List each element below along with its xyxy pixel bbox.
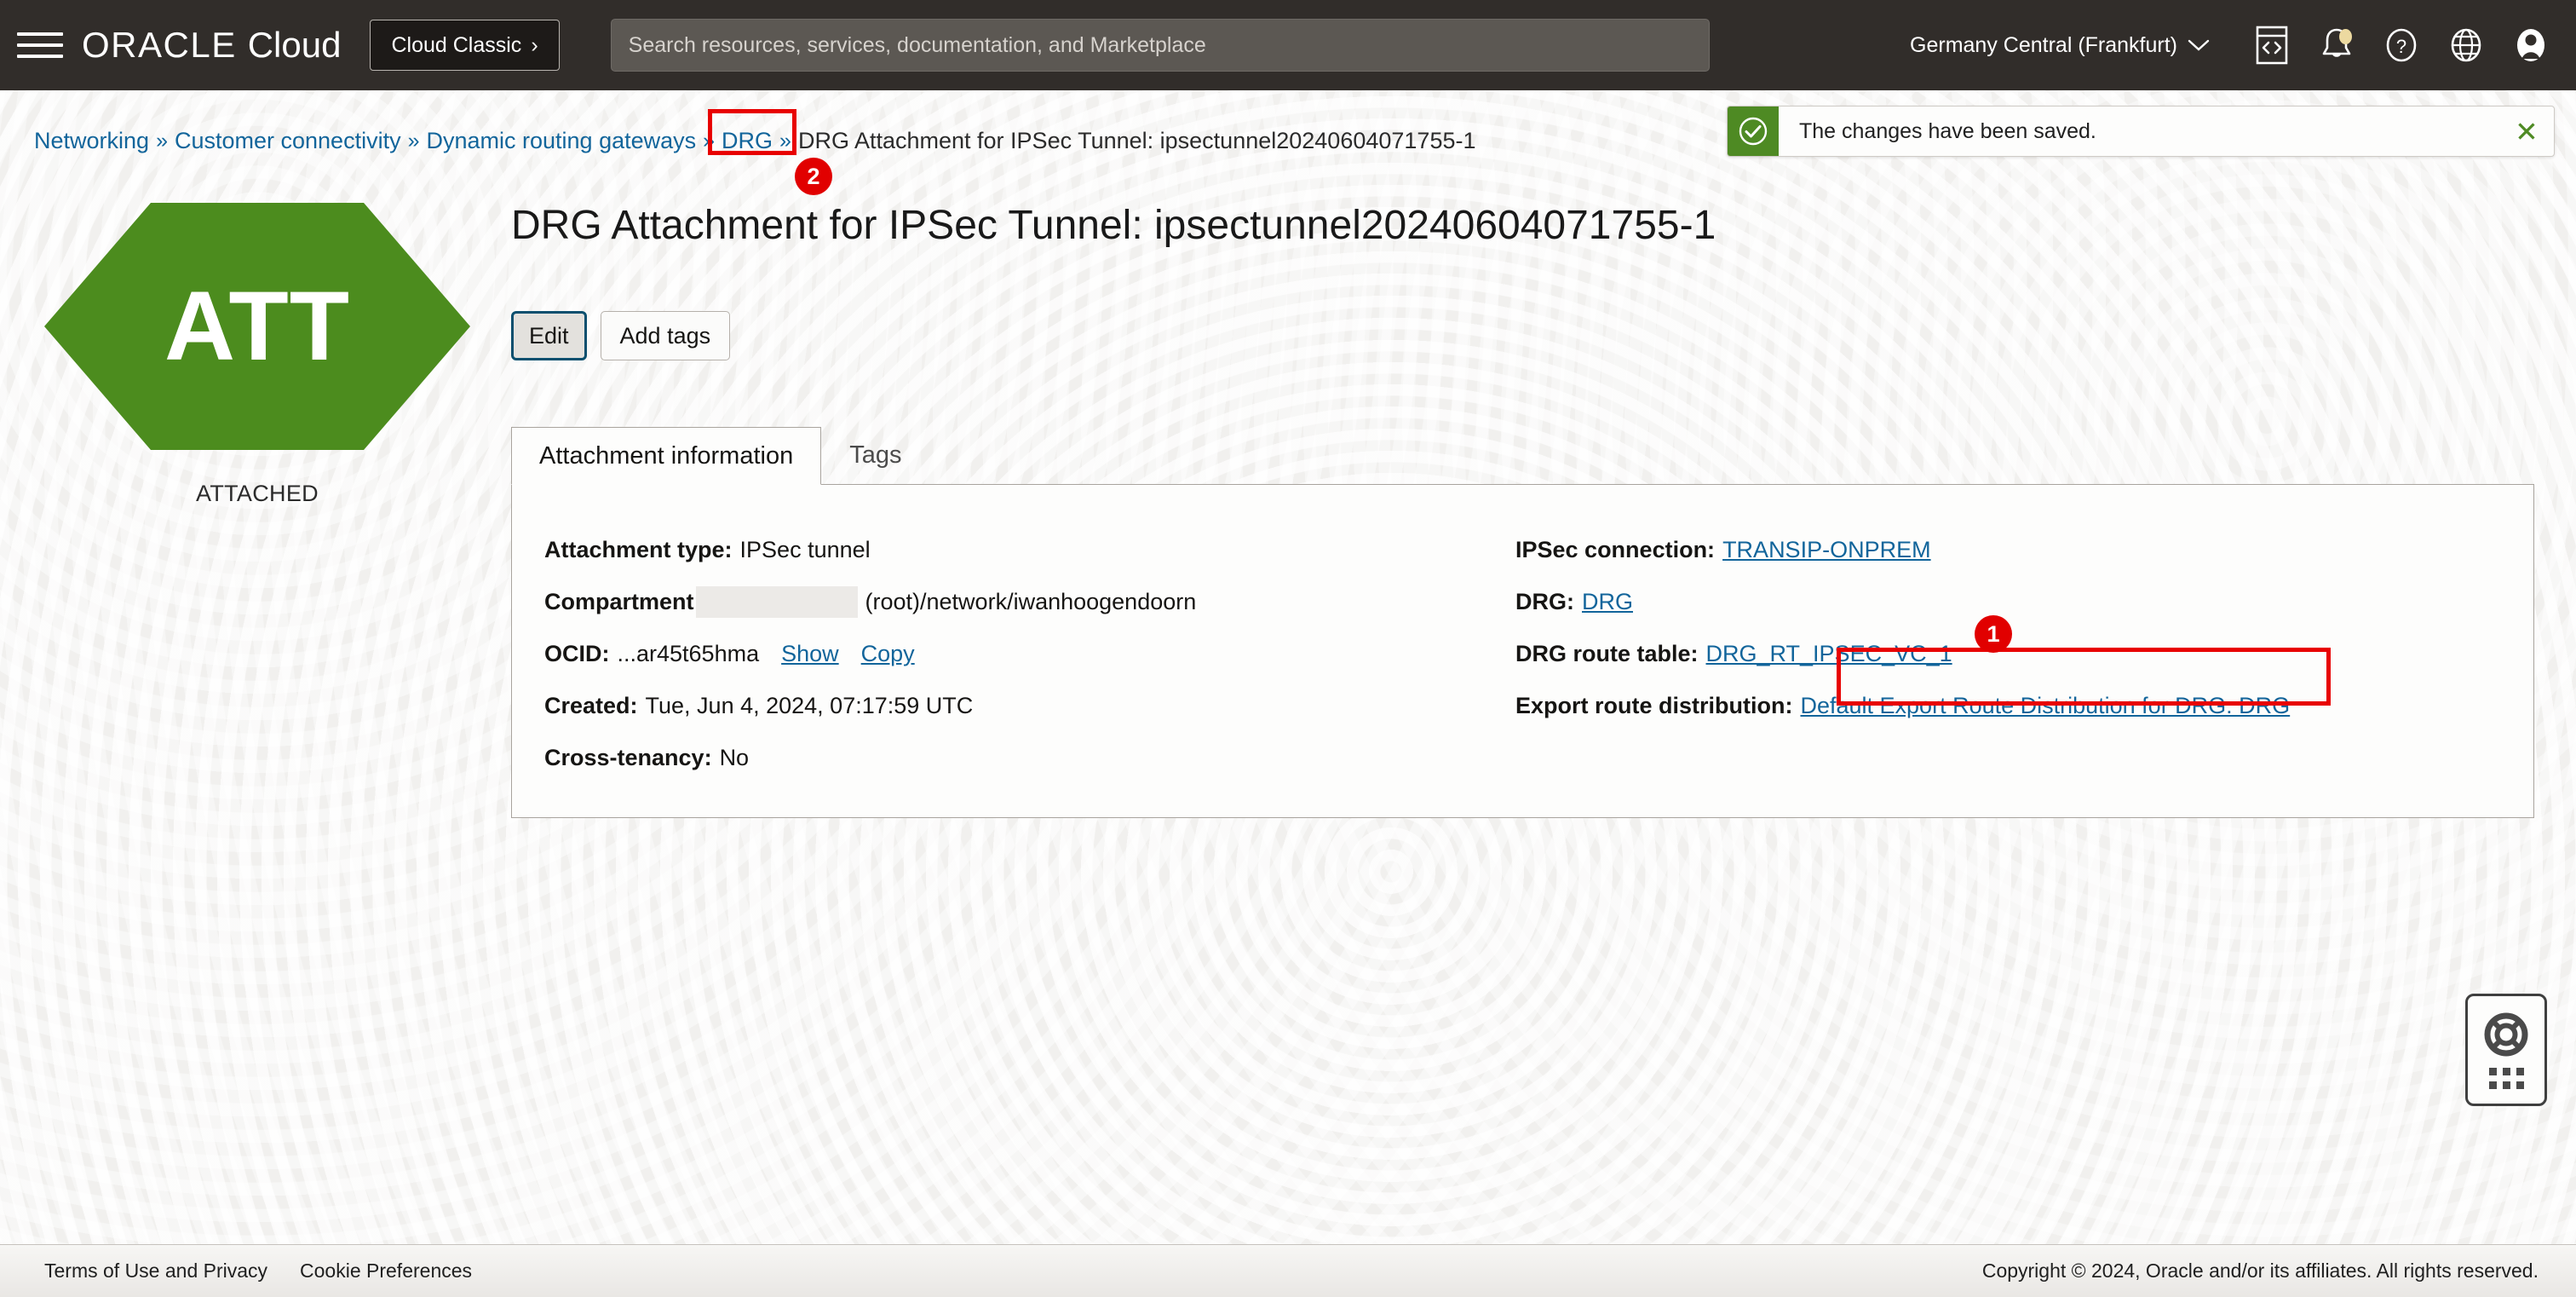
- breadcrumb-separator: »: [408, 129, 420, 153]
- terms-of-use-link[interactable]: Terms of Use and Privacy: [44, 1260, 267, 1283]
- detail-label: Compartment: [544, 589, 694, 615]
- annotation-marker-1: 1: [1975, 615, 2012, 653]
- detail-row-drg: DRG: DRG: [1515, 576, 2504, 628]
- breadcrumb-item-drg[interactable]: DRG: [722, 128, 773, 154]
- oracle-wordmark: ORACLE: [82, 25, 237, 66]
- success-toast-banner: The changes have been saved. ✕: [1727, 106, 2555, 157]
- detail-column-left: Attachment type: IPSec tunnel Compartmen…: [544, 524, 1515, 817]
- detail-label: IPSec connection:: [1515, 537, 1715, 563]
- export-route-distribution-link[interactable]: Default Export Route Distribution for DR…: [1800, 693, 2290, 719]
- breadcrumb-item-dynamic-routing-gateways[interactable]: Dynamic routing gateways: [426, 128, 696, 154]
- drg-route-table-link[interactable]: DRG_RT_IPSEC_VC_1: [1706, 641, 1952, 667]
- detail-label: Cross-tenancy:: [544, 745, 712, 771]
- tab-tags[interactable]: Tags: [821, 426, 929, 484]
- detail-label: OCID:: [544, 641, 610, 667]
- breadcrumb-separator: »: [779, 129, 791, 153]
- edit-button[interactable]: Edit: [511, 311, 587, 360]
- cloud-wordmark: Cloud: [248, 25, 342, 66]
- detail-label: Export route distribution:: [1515, 693, 1792, 719]
- page-footer: Terms of Use and Privacy Cookie Preferen…: [0, 1244, 2576, 1297]
- ipsec-connection-link[interactable]: TRANSIP-ONPREM: [1722, 537, 1931, 563]
- search-input[interactable]: [612, 20, 1709, 71]
- oracle-cloud-logo[interactable]: ORACLE Cloud: [82, 25, 341, 66]
- detail-value: No: [720, 745, 750, 771]
- help-widget[interactable]: [2465, 994, 2547, 1106]
- breadcrumb: Networking » Customer connectivity » Dyn…: [34, 128, 1475, 154]
- add-tags-button[interactable]: Add tags: [601, 311, 731, 360]
- detail-row-ipsec-connection: IPSec connection: TRANSIP-ONPREM: [1515, 524, 2504, 576]
- detail-label: DRG route table:: [1515, 641, 1699, 667]
- detail-label: Attachment type:: [544, 537, 733, 563]
- detail-row-cross-tenancy: Cross-tenancy: No: [544, 732, 1515, 784]
- hexagon-shape: ATT: [44, 203, 470, 450]
- top-navigation-bar: ORACLE Cloud Cloud Classic › Germany Cen…: [0, 0, 2576, 90]
- detail-row-export-route-distribution: Export route distribution: Default Expor…: [1515, 680, 2504, 732]
- topbar-right-cluster: Germany Central (Frankfurt) ?: [1910, 19, 2576, 72]
- ocid-copy-link[interactable]: Copy: [861, 641, 915, 667]
- ocid-show-link[interactable]: Show: [781, 641, 839, 667]
- breadcrumb-separator: »: [156, 129, 168, 153]
- user-avatar-icon[interactable]: [2504, 19, 2557, 72]
- breadcrumb-item-networking[interactable]: Networking: [34, 128, 149, 154]
- hamburger-menu-icon[interactable]: [17, 28, 63, 62]
- attachment-information-panel: Attachment type: IPSec tunnel Compartmen…: [511, 484, 2534, 818]
- notifications-bell-icon[interactable]: [2310, 19, 2363, 72]
- detail-value: Tue, Jun 4, 2024, 07:17:59 UTC: [646, 693, 974, 719]
- help-question-icon[interactable]: ?: [2375, 19, 2428, 72]
- breadcrumb-item-customer-connectivity[interactable]: Customer connectivity: [175, 128, 401, 154]
- tab-bar: Attachment information Tags: [511, 426, 929, 484]
- cloud-classic-label: Cloud Classic: [391, 33, 521, 58]
- cloud-shell-icon[interactable]: [2245, 19, 2298, 72]
- language-globe-icon[interactable]: [2440, 19, 2493, 72]
- breadcrumb-current-page: DRG Attachment for IPSec Tunnel: ipsectu…: [798, 128, 1476, 154]
- cookie-preferences-link[interactable]: Cookie Preferences: [300, 1260, 472, 1283]
- footer-links: Terms of Use and Privacy Cookie Preferen…: [44, 1260, 472, 1283]
- copyright-text: Copyright © 2024, Oracle and/or its affi…: [1982, 1260, 2539, 1283]
- chevron-down-icon: [2188, 38, 2210, 52]
- drag-grid-handle[interactable]: [2489, 1068, 2524, 1089]
- page-title: DRG Attachment for IPSec Tunnel: ipsectu…: [511, 202, 1716, 249]
- detail-label: Created:: [544, 693, 638, 719]
- drg-link[interactable]: DRG: [1582, 589, 1633, 615]
- toast-message: The changes have been saved.: [1779, 119, 2499, 144]
- svg-text:?: ?: [2396, 36, 2406, 57]
- resource-status-badge: ATT ATTACHED: [36, 203, 479, 507]
- action-button-row: Edit Add tags: [511, 311, 730, 360]
- annotation-marker-2: 2: [795, 158, 832, 195]
- global-search-box[interactable]: [611, 19, 1710, 72]
- detail-label: DRG:: [1515, 589, 1574, 615]
- success-check-icon: [1728, 107, 1779, 156]
- resource-abbreviation: ATT: [164, 278, 350, 376]
- tab-attachment-information[interactable]: Attachment information: [511, 427, 821, 485]
- resource-state-label: ATTACHED: [36, 481, 479, 507]
- detail-row-ocid: OCID: ...ar45t65hma Show Copy: [544, 628, 1515, 680]
- region-label: Germany Central (Frankfurt): [1910, 33, 2177, 58]
- detail-value: (root)/network/iwanhoogendoorn: [865, 589, 1197, 615]
- detail-value: IPSec tunnel: [740, 537, 871, 563]
- detail-row-created: Created: Tue, Jun 4, 2024, 07:17:59 UTC: [544, 680, 1515, 732]
- region-selector[interactable]: Germany Central (Frankfurt): [1910, 33, 2234, 58]
- detail-row-attachment-type: Attachment type: IPSec tunnel: [544, 524, 1515, 576]
- chevron-right-icon: ›: [531, 33, 538, 58]
- detail-column-right: IPSec connection: TRANSIP-ONPREM DRG: DR…: [1515, 524, 2504, 817]
- close-icon[interactable]: ✕: [2499, 107, 2554, 156]
- lifesaver-help-icon: [2482, 1011, 2530, 1058]
- notification-indicator-dot: [2339, 29, 2352, 44]
- detail-value: ...ar45t65hma: [618, 641, 760, 667]
- breadcrumb-separator: »: [703, 129, 715, 153]
- detail-row-compartment: Compartment (root)/network/iwanhoogendoo…: [544, 576, 1515, 628]
- redacted-compartment-box: [696, 586, 858, 618]
- cloud-classic-button[interactable]: Cloud Classic ›: [370, 20, 559, 71]
